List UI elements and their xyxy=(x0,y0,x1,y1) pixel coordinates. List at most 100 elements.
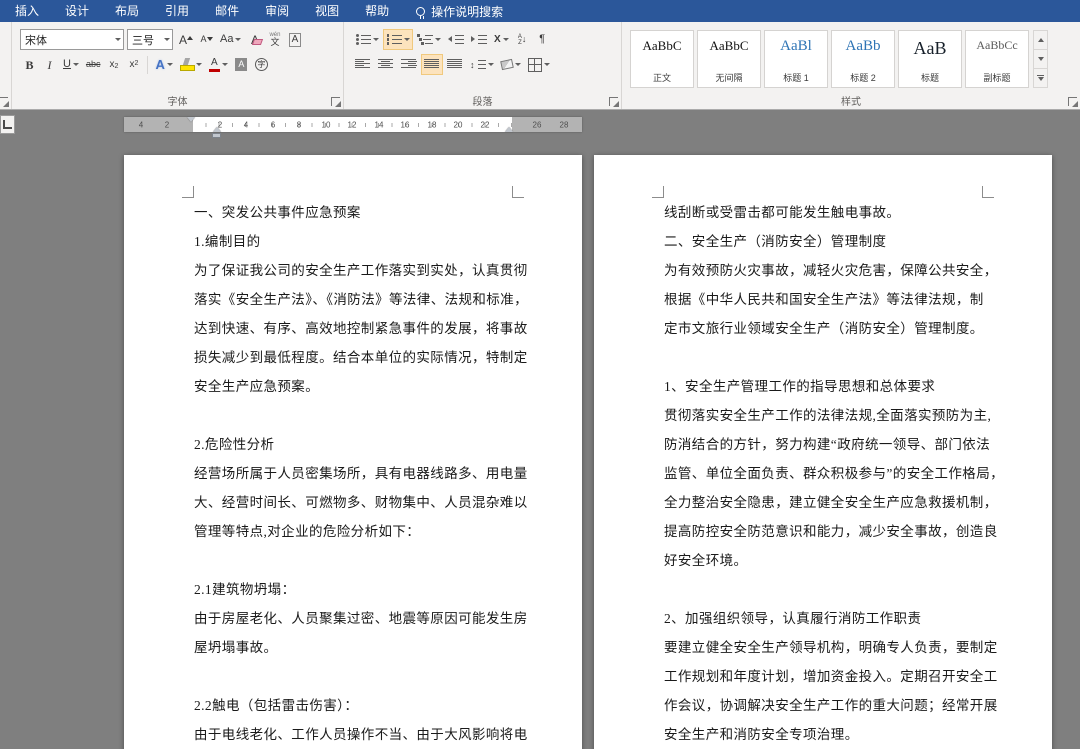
text-line[interactable]: 为有效预防火灾事故，减轻火灾危害，保障公共安全， xyxy=(664,256,997,285)
text-line[interactable] xyxy=(194,546,512,575)
font-name-select[interactable]: 宋体 xyxy=(20,29,124,50)
text-line[interactable]: 定市文旅行业领域安全生产（消防安全）管理制度。 xyxy=(664,314,983,343)
first-line-indent-marker[interactable] xyxy=(187,117,195,122)
tab-stop-selector[interactable] xyxy=(0,115,15,134)
asian-layout-button[interactable] xyxy=(491,29,512,50)
text-line[interactable]: 工作规划和年度计划，增加资金投入。定期召开安全工 xyxy=(664,662,997,691)
multilevel-list-button[interactable] xyxy=(414,29,444,50)
tell-me-search[interactable]: 操作说明搜索 xyxy=(416,3,503,20)
text-line[interactable]: 线刮断或受雷击都可能发生触电事故。 xyxy=(664,198,982,227)
bullets-button[interactable] xyxy=(352,29,382,50)
text-line[interactable]: 监管、单位全面负责、群众积极参与”的安全工作格局， xyxy=(664,459,1004,488)
text-line[interactable]: 2、加强组织领导，认真履行消防工作职责 xyxy=(664,604,982,633)
text-line[interactable]: 要建立健全安全生产领导机构，明确专人负责，要制定 xyxy=(664,633,997,662)
text-line[interactable]: 提高防控安全防范意识和能力，减少安全事故，创造良 xyxy=(664,517,997,546)
strikethrough-button[interactable] xyxy=(83,54,104,75)
text-line[interactable] xyxy=(194,662,512,691)
page-1-text[interactable]: 一、突发公共事件应急预案 1.编制目的 为了保证我公司的安全生产工作落实到实处，… xyxy=(194,198,528,749)
text-line[interactable]: 安全生产和消防安全专项治理。 xyxy=(664,720,982,749)
tab-view[interactable]: 视图 xyxy=(302,0,352,22)
text-line[interactable]: 安全生产应急预案。 xyxy=(194,372,512,401)
phonetic-guide-button[interactable] xyxy=(265,29,284,50)
superscript-button[interactable] xyxy=(124,54,143,75)
page-2-text[interactable]: 线刮断或受雷击都可能发生触电事故。 二、安全生产（消防安全）管理制度 为有效预防… xyxy=(664,198,1004,749)
style-card-subtitle[interactable]: AaBbCc 副标题 xyxy=(965,30,1029,88)
text-line[interactable]: 防消结合的方针，努力构建“政府统一领导、部门依法 xyxy=(664,430,990,459)
line-spacing-button[interactable] xyxy=(467,54,497,75)
style-card-heading1[interactable]: AaBl 标题 1 xyxy=(764,30,828,88)
text-line[interactable]: 经营场所属于人员密集场所，具有电器线路多、用电量 xyxy=(194,459,527,488)
tab-references[interactable]: 引用 xyxy=(152,0,202,22)
style-card-title[interactable]: AaB 标题 xyxy=(898,30,962,88)
styles-dialog-launcher-icon[interactable] xyxy=(1068,97,1078,107)
gallery-more-button[interactable] xyxy=(1034,69,1047,87)
text-line[interactable]: 损失减少到最低程度。结合本单位的实际情况，特制定 xyxy=(194,343,527,372)
shrink-font-button[interactable] xyxy=(197,29,216,50)
text-line[interactable]: 贯彻落实安全生产工作的法律法规,全面落实预防为主, xyxy=(664,401,991,430)
bold-button[interactable] xyxy=(20,54,39,75)
paragraph-dialog-launcher-icon[interactable] xyxy=(609,97,619,107)
show-hide-marks-button[interactable] xyxy=(533,29,552,50)
align-center-button[interactable] xyxy=(375,54,397,75)
tab-review[interactable]: 审阅 xyxy=(252,0,302,22)
numbering-button[interactable] xyxy=(383,29,413,50)
align-left-button[interactable] xyxy=(352,54,374,75)
text-line[interactable]: 为了保证我公司的安全生产工作落实到实处，认真贯彻 xyxy=(194,256,527,285)
increase-indent-button[interactable] xyxy=(468,29,490,50)
text-effects-button[interactable] xyxy=(152,54,175,75)
left-indent-marker[interactable] xyxy=(212,133,221,138)
text-line[interactable]: 由于房屋老化、人员聚集过密、地震等原因可能发生房 xyxy=(194,604,527,633)
text-line[interactable]: 落实《安全生产法》、《消防法》等法律、法规和标准， xyxy=(194,285,528,314)
text-line[interactable] xyxy=(194,401,512,430)
horizontal-ruler[interactable]: 4 2 2 4 6 8 10 12 14 16 18 20 22 26 28 xyxy=(124,117,582,138)
tab-mailings[interactable]: 邮件 xyxy=(202,0,252,22)
text-line[interactable]: 屋坍塌事故。 xyxy=(194,633,512,662)
shading-button[interactable] xyxy=(498,54,524,75)
italic-button[interactable] xyxy=(40,54,59,75)
align-right-button[interactable] xyxy=(398,54,420,75)
text-line[interactable]: 2.危险性分析 xyxy=(194,430,512,459)
tab-help[interactable]: 帮助 xyxy=(352,0,402,22)
change-case-button[interactable] xyxy=(217,29,244,50)
character-shading-button[interactable] xyxy=(232,54,251,75)
text-line[interactable] xyxy=(664,343,982,372)
text-line[interactable]: 根据《中华人民共和国安全生产法》等法律法规，制 xyxy=(664,285,983,314)
style-card-no-spacing[interactable]: AaBbC 无间隔 xyxy=(697,30,761,88)
font-dialog-launcher-icon[interactable] xyxy=(331,97,341,107)
text-line[interactable]: 达到快速、有序、高效地控制紧急事件的发展，将事故 xyxy=(194,314,527,343)
borders-button[interactable] xyxy=(525,54,553,75)
hanging-indent-marker[interactable] xyxy=(213,127,221,132)
tab-layout[interactable]: 布局 xyxy=(102,0,152,22)
right-indent-marker[interactable] xyxy=(505,127,513,132)
font-color-button[interactable] xyxy=(206,54,231,75)
text-line[interactable]: 2.2触电（包括雷击伤害）： xyxy=(194,691,512,720)
text-line[interactable]: 全力整治安全隐患，建立健全安全生产应急救援机制， xyxy=(664,488,997,517)
subscript-button[interactable] xyxy=(104,54,123,75)
tab-design[interactable]: 设计 xyxy=(52,0,102,22)
font-size-select[interactable]: 三号 xyxy=(127,29,173,50)
style-card-normal[interactable]: AaBbC 正文 xyxy=(630,30,694,88)
style-card-heading2[interactable]: AaBb 标题 2 xyxy=(831,30,895,88)
text-line[interactable]: 好安全环境。 xyxy=(664,546,982,575)
gallery-scroll-down-button[interactable] xyxy=(1034,50,1047,69)
decrease-indent-button[interactable] xyxy=(445,29,467,50)
enclose-characters-button[interactable] xyxy=(252,54,271,75)
grow-font-button[interactable] xyxy=(176,29,196,50)
clear-formatting-button[interactable] xyxy=(245,29,264,50)
text-line[interactable]: 1、安全生产管理工作的指导思想和总体要求 xyxy=(664,372,982,401)
gallery-scroll-up-button[interactable] xyxy=(1034,31,1047,50)
text-line[interactable]: 由于电线老化、工作人员操作不当、由于大风影响将电 xyxy=(194,720,527,749)
tab-insert[interactable]: 插入 xyxy=(2,0,52,22)
text-line[interactable]: 大、经营时间长、可燃物多、财物集中、人员混杂难以 xyxy=(194,488,527,517)
text-highlight-button[interactable] xyxy=(177,54,205,75)
underline-button[interactable] xyxy=(60,54,82,75)
distribute-button[interactable] xyxy=(444,54,466,75)
text-line[interactable]: 管理等特点,对企业的危险分析如下： xyxy=(194,517,512,546)
text-line[interactable] xyxy=(664,575,982,604)
text-line[interactable]: 一、突发公共事件应急预案 xyxy=(194,198,512,227)
sort-button[interactable] xyxy=(513,29,532,50)
page-2[interactable]: 线刮断或受雷击都可能发生触电事故。 二、安全生产（消防安全）管理制度 为有效预防… xyxy=(594,155,1052,749)
text-line[interactable]: 2.1建筑物坍塌： xyxy=(194,575,512,604)
text-line[interactable]: 作会议，协调解决安全生产工作的重大问题；经常开展 xyxy=(664,691,997,720)
justify-button[interactable] xyxy=(421,54,443,75)
